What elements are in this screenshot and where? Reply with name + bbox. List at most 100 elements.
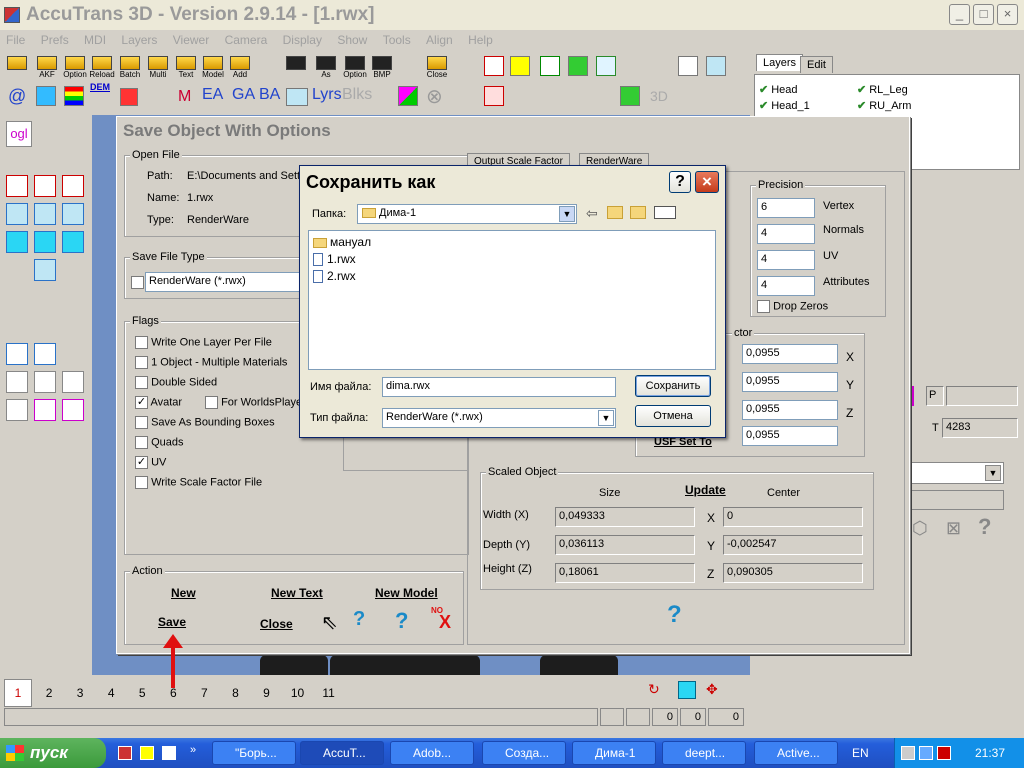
cube-side-icon[interactable] (34, 203, 56, 225)
list-item[interactable]: мануал (313, 234, 371, 251)
tab-layers[interactable]: Layers (756, 54, 804, 71)
ga-button[interactable]: GA (232, 86, 255, 104)
new-folder-icon[interactable] (630, 206, 646, 219)
uv-precision-input[interactable]: 4 (757, 250, 815, 270)
new-button[interactable]: New (171, 586, 196, 600)
checkbox[interactable] (757, 300, 770, 313)
filetype-select[interactable]: RenderWare (*.rwx) ▼ (382, 408, 616, 428)
chevron-down-icon[interactable]: ▼ (985, 465, 1001, 481)
usf-input[interactable]: 0,0955 (742, 426, 838, 446)
cube-solid-3-icon[interactable] (62, 231, 84, 253)
help-cursor-blue-icon[interactable] (706, 56, 726, 76)
help-icon[interactable]: ? (667, 601, 682, 629)
rotate-c-icon[interactable]: ↻ (648, 681, 660, 698)
folder-up-icon[interactable] (607, 206, 623, 219)
flag-scale-factor-file[interactable]: Write Scale Factor File (135, 476, 262, 489)
checkbox[interactable] (135, 356, 148, 369)
scale-z-icon[interactable] (34, 343, 56, 365)
menu-show[interactable]: Show (331, 30, 373, 50)
flag-write-one-layer[interactable]: Write One Layer Per File (135, 336, 272, 349)
m-icon[interactable]: M (178, 88, 191, 106)
rotate-x-icon[interactable] (6, 175, 28, 197)
arrows-icon[interactable] (36, 86, 56, 106)
tray-icon[interactable] (919, 746, 933, 760)
menu-prefs[interactable]: Prefs (35, 30, 75, 50)
zoom-window-icon[interactable] (6, 399, 28, 421)
color-cube-icon[interactable] (568, 56, 588, 76)
ba-button[interactable]: BA (259, 86, 280, 104)
checkbox[interactable] (135, 376, 148, 389)
menu-display[interactable]: Display (277, 30, 328, 50)
chevron-down-icon[interactable]: ▼ (598, 410, 614, 426)
checkbox[interactable] (135, 436, 148, 449)
help-button[interactable]: ? (669, 171, 691, 193)
layer-item[interactable]: ✔ RL_Leg (857, 83, 908, 96)
language-indicator[interactable]: EN (852, 746, 869, 760)
zoom-in-icon[interactable] (6, 371, 28, 393)
right-dropdown[interactable]: ▼ (910, 462, 1004, 484)
tray-icon[interactable] (937, 746, 951, 760)
attributes-precision-input[interactable]: 4 (757, 276, 815, 296)
save-toolbar-button[interactable] (285, 56, 307, 76)
help-cursor-icon[interactable] (678, 56, 698, 76)
cube-solid-2-icon[interactable] (34, 231, 56, 253)
flag-quads[interactable]: Quads (135, 436, 183, 449)
checkbox-checked[interactable]: ✓ (135, 396, 148, 409)
zoom-pink-2-icon[interactable] (62, 399, 84, 421)
no-x-button[interactable]: X (439, 612, 451, 633)
help-cursor-blue-icon[interactable]: ? (353, 608, 365, 631)
ea-button[interactable]: EA (202, 86, 223, 104)
mdi-tab-4[interactable]: 4 (97, 680, 125, 706)
cube-front-icon[interactable] (6, 203, 28, 225)
taskbar-item[interactable]: Дима-1 (572, 741, 656, 765)
cubes-icon[interactable] (286, 88, 308, 106)
quicklaunch-icon[interactable] (140, 746, 154, 760)
green-box-icon[interactable] (620, 86, 640, 106)
help-icon[interactable]: ? (978, 514, 1000, 539)
box-cross-icon[interactable]: ⊠ (946, 518, 968, 540)
lyrs-button[interactable]: Lyrs (312, 86, 342, 104)
flag-one-object[interactable]: 1 Object - Multiple Materials (135, 356, 287, 369)
mdi-tab-1[interactable]: 1 (4, 679, 32, 707)
mdi-tab-8[interactable]: 8 (221, 680, 249, 706)
close-toolbar-button[interactable]: Close (424, 56, 450, 79)
mdi-tab-7[interactable]: 7 (190, 680, 218, 706)
zoom-fit-icon[interactable] (62, 371, 84, 393)
update-button[interactable]: Update (685, 483, 726, 497)
p-field[interactable] (946, 386, 1018, 406)
transform-icon[interactable] (484, 56, 504, 76)
menu-help[interactable]: Help (462, 30, 499, 50)
mdi-tab-2[interactable]: 2 (35, 680, 63, 706)
light-icon[interactable] (510, 56, 530, 76)
zoom-out-icon[interactable] (34, 371, 56, 393)
rotate-y-icon[interactable] (34, 175, 56, 197)
layer-item[interactable]: ✔ RU_Arm (857, 99, 911, 112)
close-button[interactable]: Close (260, 617, 293, 631)
save-dialog-button[interactable]: Сохранить (635, 375, 711, 397)
back-arrow-icon[interactable]: ⇦ (586, 205, 598, 222)
checkbox[interactable] (135, 416, 148, 429)
layer-item[interactable]: ✔ Head (759, 83, 798, 96)
3d-button[interactable]: 3D (650, 88, 668, 104)
scale-z-input[interactable]: 0,0955 (742, 400, 838, 420)
maximize-button[interactable]: □ (973, 4, 994, 25)
file-list[interactable]: мануал 1.rwx 2.rwx (308, 230, 716, 370)
flag-uv[interactable]: ✓ UV (135, 456, 166, 469)
stripes-icon[interactable] (64, 86, 84, 106)
scale-x-input[interactable]: 0,0955 (742, 344, 838, 364)
blks-button[interactable]: Blks (342, 86, 372, 104)
taskbar-item[interactable]: Active... (754, 741, 838, 765)
box-3d-icon[interactable]: ⬡ (912, 518, 936, 540)
folder-select[interactable]: Дима-1 ▼ (357, 204, 577, 224)
help-icon[interactable]: ? (395, 608, 408, 634)
mdi-tab-9[interactable]: 9 (253, 680, 281, 706)
bmp-button[interactable]: BMP (370, 56, 394, 79)
multi-button[interactable]: Multi (146, 56, 170, 79)
close-dialog-button[interactable]: × (695, 171, 719, 193)
akf-button[interactable]: AKF (34, 56, 60, 79)
new-model-button[interactable]: New Model (375, 586, 438, 600)
mdi-tab-5[interactable]: 5 (128, 680, 156, 706)
taskbar-item[interactable]: deept... (662, 741, 746, 765)
reload-button[interactable]: Reload (88, 56, 116, 79)
checkbox[interactable] (205, 396, 218, 409)
